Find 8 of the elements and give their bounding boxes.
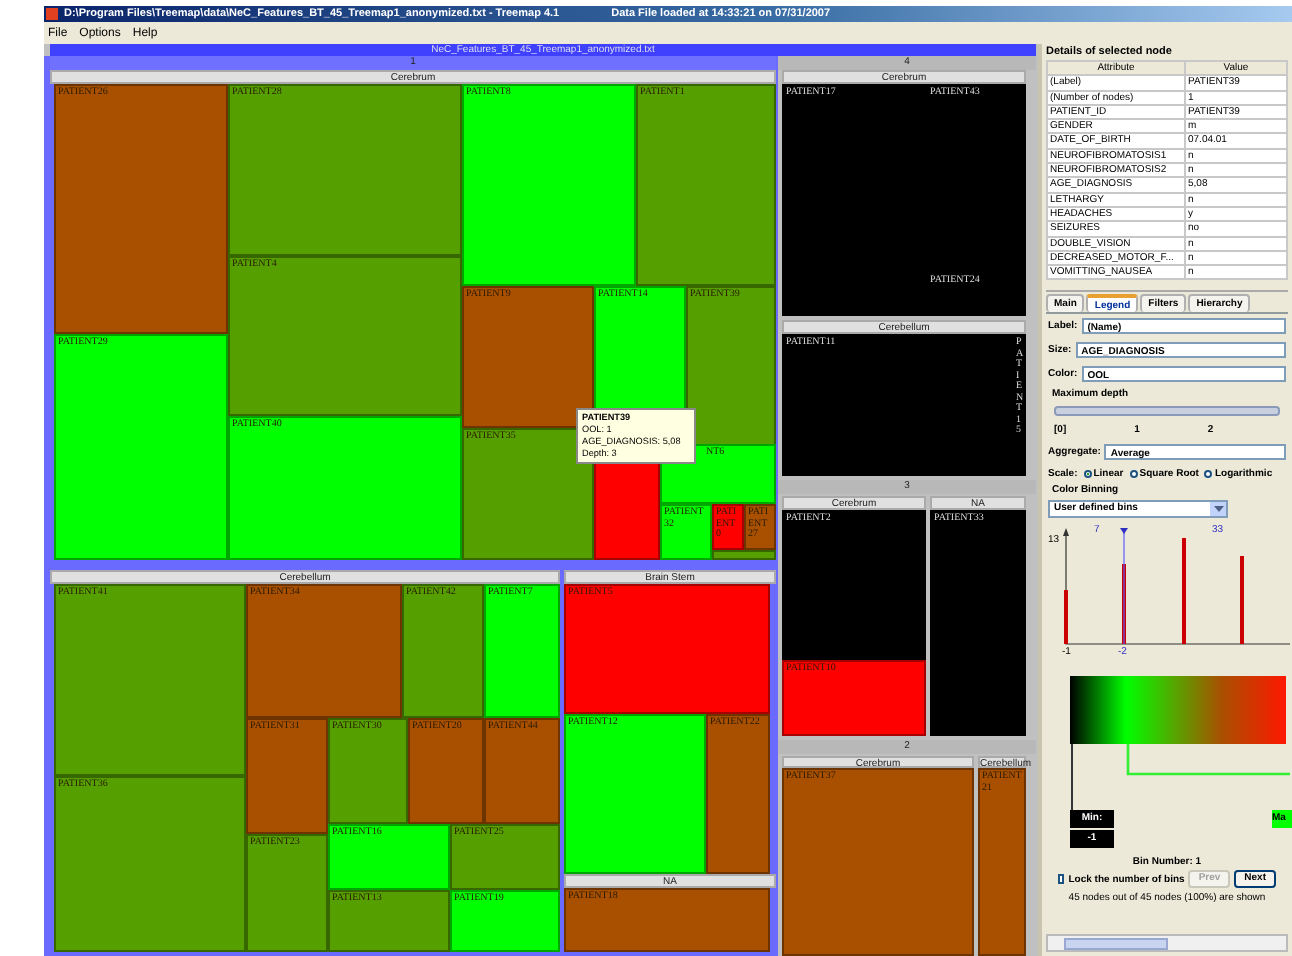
treemap-cell[interactable] [712,550,776,560]
radio-button[interactable] [1204,469,1213,478]
checkbox[interactable] [1058,874,1065,885]
scrollbar[interactable] [1046,934,1288,952]
radio-button[interactable] [1129,469,1138,478]
app-icon [46,8,58,20]
radio-button[interactable] [1083,469,1092,478]
dropdown-arrow-icon [1210,502,1226,517]
